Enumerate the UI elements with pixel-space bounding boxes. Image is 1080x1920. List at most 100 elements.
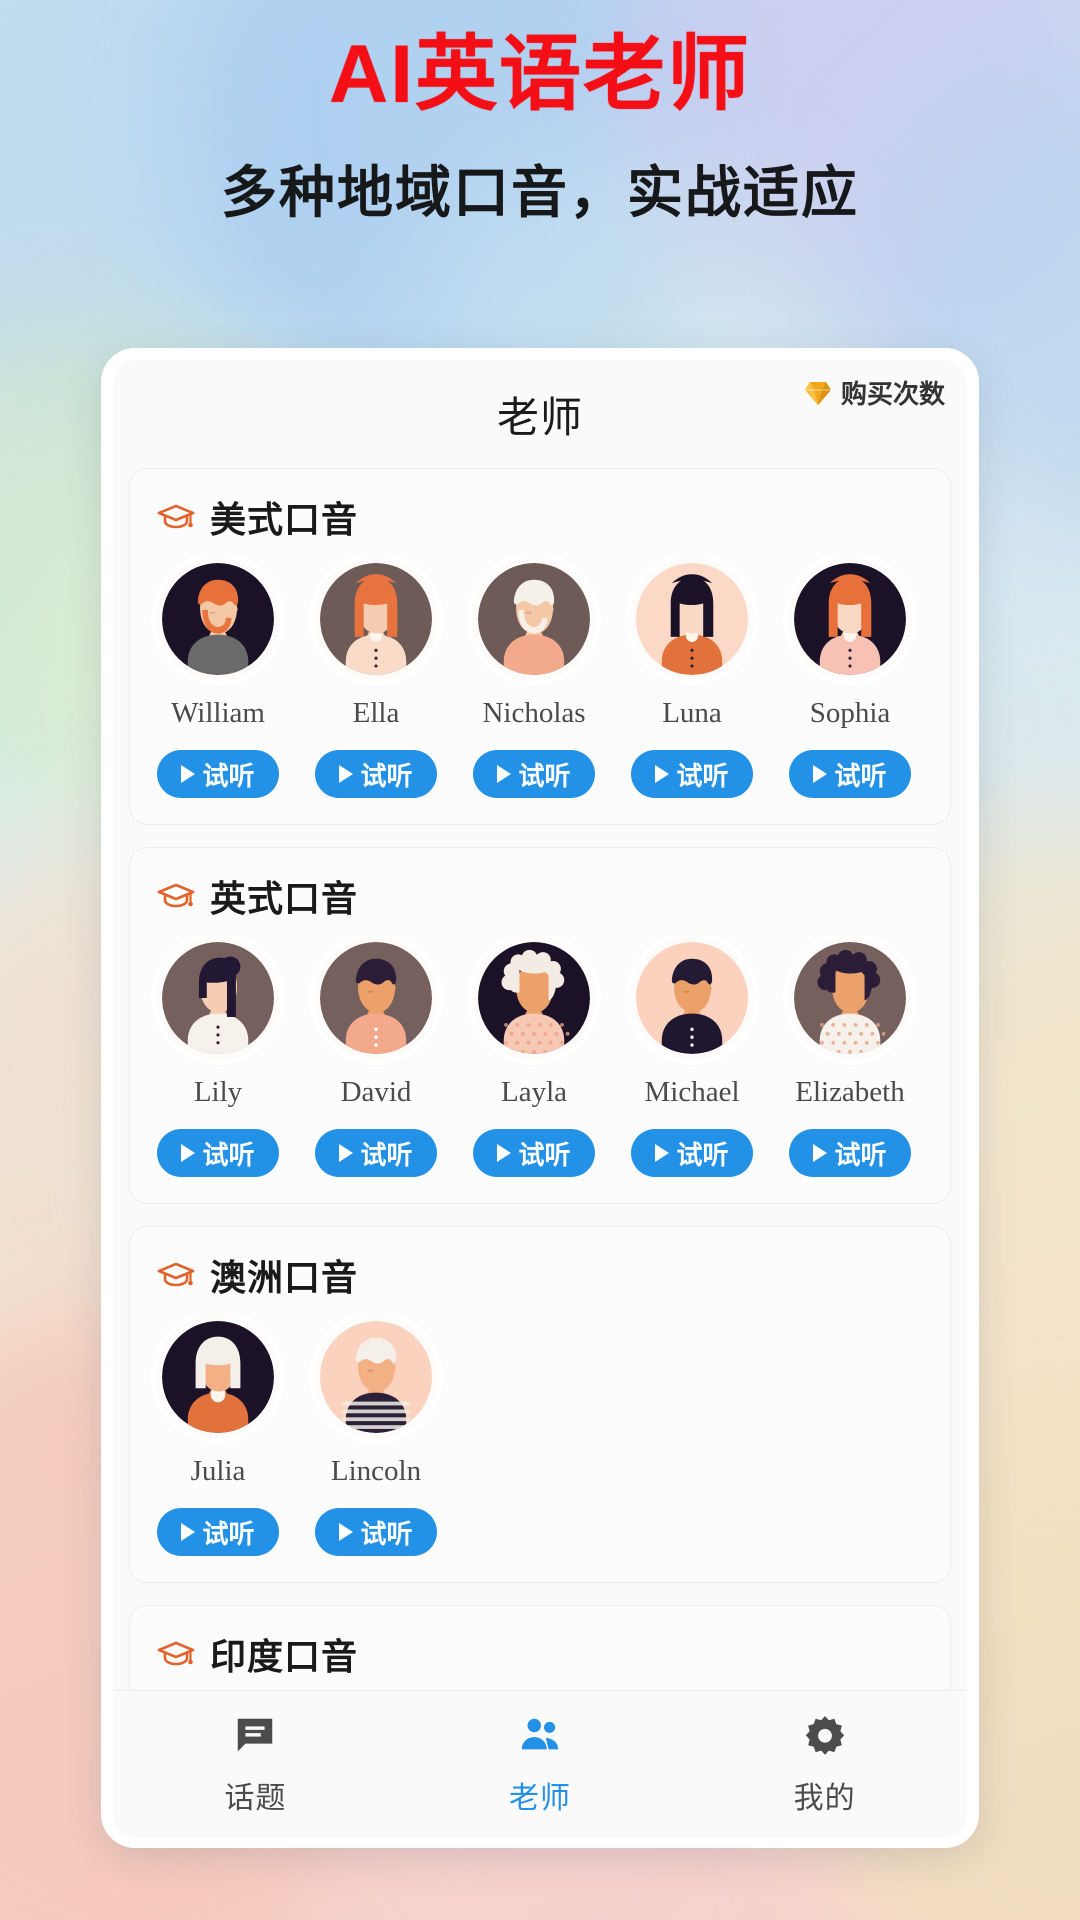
avatar[interactable] [314,557,438,681]
teacher-name: Lincoln [330,1455,422,1487]
teacher-card[interactable]: Elizabeth 试听 [788,936,912,1177]
chat-icon [232,1713,278,1759]
try-listen-label: 试听 [834,760,887,791]
teacher-card[interactable]: Sophia 试听 [788,557,912,798]
teacher-name: Julia [190,1455,246,1487]
tab-teachers[interactable]: 老师 [440,1713,640,1817]
accent-group-header: 英式口音 [130,870,950,922]
teacher-card[interactable]: Layla 试听 [472,936,596,1177]
avatar[interactable] [472,557,596,681]
accent-group-american: 美式口音 William 试听 Ella 试听 Nicholas 试听 Luna… [129,468,951,825]
try-listen-button[interactable]: 试听 [473,1129,595,1177]
avatar[interactable] [630,557,754,681]
teacher-card[interactable]: Michael 试听 [630,936,754,1177]
avatar[interactable] [472,936,596,1060]
teacher-card[interactable]: Luna 试听 [630,557,754,798]
people-icon [517,1713,563,1759]
teacher-name: Michael [644,1076,740,1108]
teacher-name: Sophia [809,697,891,729]
try-listen-button[interactable]: 试听 [631,750,753,798]
accent-group-british: 英式口音 Lily 试听 David 试听 Layla 试听 Michael 试… [129,847,951,1204]
teacher-name: Nicholas [482,697,586,729]
try-listen-button[interactable]: 试听 [631,1129,753,1177]
teacher-card[interactable]: William 试听 [156,557,280,798]
app-screen: 老师 购买次数 美式口音 William 试听 Ella 试听 Nicholas… [113,360,967,1838]
purchase-count-button[interactable]: 购买次数 [804,374,945,411]
avatar[interactable] [314,1315,438,1439]
play-icon [181,1523,196,1541]
avatar-illustration [320,942,432,1054]
teacher-card[interactable]: Lily 试听 [156,936,280,1177]
tab-label-teachers: 老师 [508,1782,571,1815]
page-title: 老师 [496,393,583,441]
teacher-card[interactable]: Julia 试听 [156,1315,280,1556]
tab-topics[interactable]: 话题 [155,1713,355,1817]
try-listen-button[interactable]: 试听 [157,750,279,798]
teacher-name: David [340,1076,412,1108]
try-listen-label: 试听 [676,1139,729,1170]
try-listen-button[interactable]: 试听 [157,1129,279,1177]
avatar-illustration [636,563,748,675]
gear-icon [805,1716,844,1755]
avatar[interactable] [156,557,280,681]
graduation-cap-icon [157,883,195,908]
try-listen-label: 试听 [518,760,571,791]
teacher-card[interactable]: Ella 试听 [314,557,438,798]
avatar-illustration [478,563,590,675]
chat-icon [238,1718,273,1752]
avatar[interactable] [788,936,912,1060]
try-listen-label: 试听 [202,760,255,791]
play-icon [181,1144,196,1162]
try-listen-button[interactable]: 试听 [315,750,437,798]
teacher-card[interactable]: Lincoln 试听 [314,1315,438,1556]
avatar[interactable] [156,1315,280,1439]
try-listen-button[interactable]: 试听 [789,1129,911,1177]
avatar-illustration [478,942,590,1054]
avatar-illustration [794,942,906,1054]
try-listen-button[interactable]: 试听 [473,750,595,798]
purchase-count-label: 购买次数 [840,379,945,409]
accent-group-title: 美式口音 [210,499,359,540]
graduation-cap-icon [157,1641,195,1666]
teacher-card[interactable]: David 试听 [314,936,438,1177]
avatar[interactable] [156,936,280,1060]
avatar-illustration [162,563,274,675]
tab-label-mine: 我的 [793,1782,856,1815]
accent-group-header: 澳洲口音 [130,1249,950,1301]
avatar-illustration [162,1321,274,1433]
hero-banner: AI英语老师 多种地域口音，实战适应 [0,0,1080,229]
gear-icon [802,1713,848,1759]
app-header: 老师 购买次数 [113,360,967,468]
play-icon [339,1523,354,1541]
teacher-rail-australian[interactable]: Julia 试听 Lincoln 试听 [130,1315,950,1556]
people-icon [521,1718,559,1750]
teacher-card[interactable]: Nicholas 试听 [472,557,596,798]
avatar-illustration [162,942,274,1054]
teacher-list-scroll[interactable]: 美式口音 William 试听 Ella 试听 Nicholas 试听 Luna… [113,468,967,1838]
tab-label-topics: 话题 [224,1782,287,1815]
accent-group-title: 澳洲口音 [210,1257,359,1298]
hero-subtitle: 多种地域口音，实战适应 [221,161,859,225]
play-icon [181,765,196,783]
bottom-tab-bar: 话题 老师 我的 [113,1690,967,1838]
try-listen-label: 试听 [202,1518,255,1549]
teacher-rail-american[interactable]: William 试听 Ella 试听 Nicholas 试听 Luna 试听 S… [130,557,950,798]
teacher-rail-british[interactable]: Lily 试听 David 试听 Layla 试听 Michael 试听 Eli… [130,936,950,1177]
accent-group-australian: 澳洲口音 Julia 试听 Lincoln 试听 [129,1226,951,1583]
try-listen-button[interactable]: 试听 [157,1508,279,1556]
avatar-illustration [320,563,432,675]
accent-group-header: 美式口音 [130,491,950,543]
avatar[interactable] [630,936,754,1060]
graduation-cap-icon [157,1262,195,1287]
play-icon [813,765,828,783]
try-listen-button[interactable]: 试听 [789,750,911,798]
try-listen-label: 试听 [202,1139,255,1170]
try-listen-button[interactable]: 试听 [315,1508,437,1556]
avatar-illustration [320,1321,432,1433]
try-listen-button[interactable]: 试听 [315,1129,437,1177]
avatar[interactable] [314,936,438,1060]
avatar[interactable] [788,557,912,681]
tab-mine[interactable]: 我的 [725,1713,925,1817]
gem-icon [804,381,831,405]
try-listen-label: 试听 [518,1139,571,1170]
